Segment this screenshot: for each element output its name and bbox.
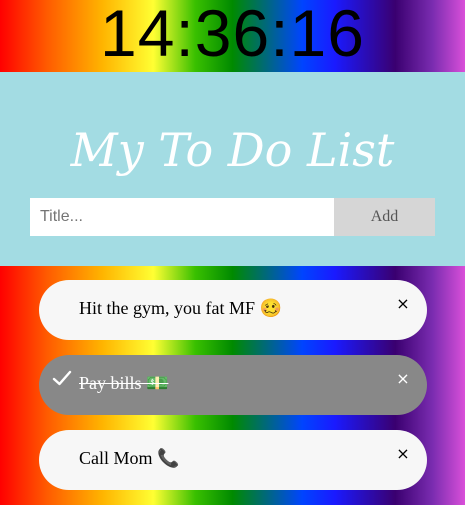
todo-list: Hit the gym, you fat MF 🥴 × Pay bills 💵 …: [39, 280, 427, 505]
close-button[interactable]: ×: [393, 294, 413, 314]
todo-text: Pay bills 💵: [79, 373, 169, 393]
add-button[interactable]: Add: [334, 198, 435, 236]
title-input[interactable]: [30, 198, 334, 236]
todo-item-bills[interactable]: Pay bills 💵 ×: [39, 355, 427, 415]
todo-item-call-mom[interactable]: Call Mom 📞 ×: [39, 430, 427, 490]
todo-item-gym[interactable]: Hit the gym, you fat MF 🥴 ×: [39, 280, 427, 340]
clock-display: 14:36:16: [100, 0, 365, 70]
page-title: My To Do List: [70, 123, 395, 177]
todo-text: Call Mom 📞: [79, 448, 180, 468]
close-button[interactable]: ×: [393, 444, 413, 464]
check-icon: [52, 370, 72, 386]
header: My To Do List Add: [0, 72, 465, 266]
todo-text: Hit the gym, you fat MF 🥴: [79, 298, 282, 318]
close-button[interactable]: ×: [393, 369, 413, 389]
